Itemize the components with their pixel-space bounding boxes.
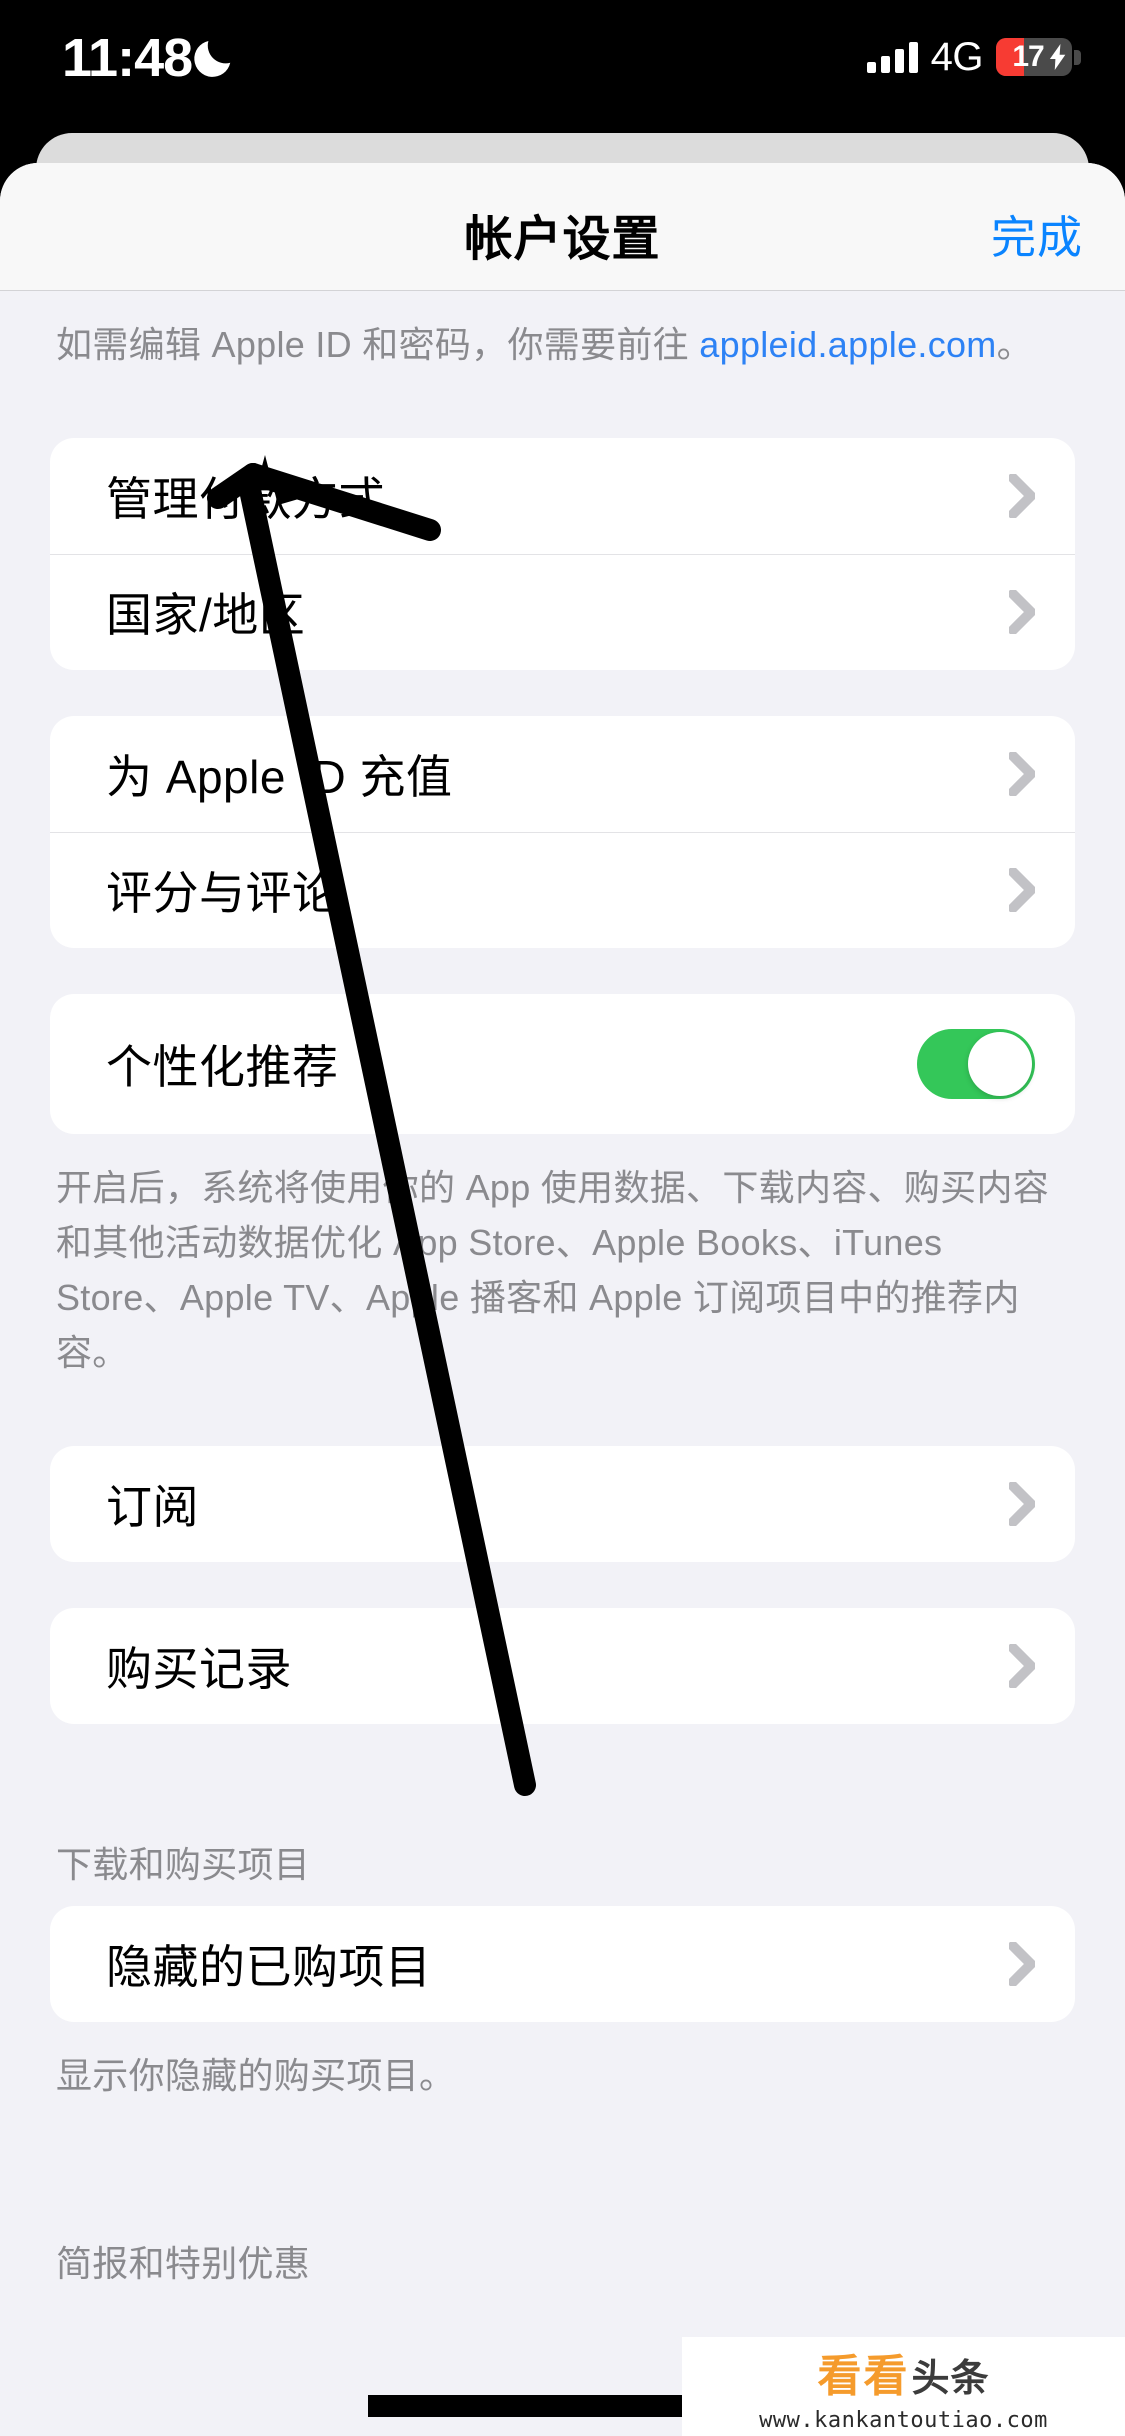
personalized-section-card: 个性化推荐 <box>50 994 1075 1134</box>
page-title: 帐户设置 <box>464 213 661 266</box>
chevron-right-icon <box>1009 474 1035 518</box>
chevron-right-icon <box>1009 590 1035 634</box>
watermark-logo-text: 头条 <box>911 2358 990 2400</box>
row-ratings-reviews[interactable]: 评分与评论 <box>50 832 1075 948</box>
row-label: 隐藏的已购项目 <box>106 1941 432 1993</box>
redaction-bar <box>368 2395 713 2417</box>
balance-section-card: 为 Apple ID 充值 评分与评论 <box>50 716 1075 948</box>
apple-id-footnote: 如需编辑 Apple ID 和密码，你需要前往 appleid.apple.co… <box>0 291 1125 372</box>
row-label: 购买记录 <box>106 1643 292 1695</box>
chevron-right-icon <box>1009 868 1035 912</box>
appleid-link[interactable]: appleid.apple.com <box>699 324 996 365</box>
account-settings-sheet: 帐户设置 完成 如需编辑 Apple ID 和密码，你需要前往 appleid.… <box>0 163 1125 2436</box>
row-label: 评分与评论 <box>106 867 339 919</box>
battery-indicator: 17 <box>996 38 1081 76</box>
hidden-purchases-section-card: 隐藏的已购项目 <box>50 1906 1075 2022</box>
watermark: 看看 头条 www.kankantoutiao.com <box>682 2337 1125 2436</box>
chevron-right-icon <box>1009 1644 1035 1688</box>
status-bar-time: 11:48 <box>62 28 193 88</box>
chevron-right-icon <box>1009 1942 1035 1986</box>
footnote-text-before: 如需编辑 Apple ID 和密码，你需要前往 <box>56 324 700 365</box>
battery-cap <box>1074 49 1081 65</box>
section-header-downloads: 下载和购买项目 <box>56 1844 311 1885</box>
footnote-text-after: 。 <box>996 324 1033 365</box>
personalized-footnote: 开启后，系统将使用你的 App 使用数据、下载内容、购买内容和其他活动数据优化 … <box>56 1167 1050 1373</box>
watermark-url: www.kankantoutiao.com <box>759 2408 1048 2433</box>
row-purchase-history[interactable]: 购买记录 <box>50 1608 1075 1724</box>
row-label: 为 Apple ID 充值 <box>106 751 453 803</box>
subscriptions-section-card: 订阅 <box>50 1446 1075 1562</box>
row-label: 订阅 <box>106 1481 199 1533</box>
row-manage-payment[interactable]: 管理付款方式 <box>50 438 1075 554</box>
watermark-logo-accent: 看看 <box>817 2352 910 2401</box>
settings-list[interactable]: 如需编辑 Apple ID 和密码，你需要前往 appleid.apple.co… <box>0 291 1125 2305</box>
status-bar: 11:48 4G 17 <box>0 0 1125 133</box>
row-label: 国家/地区 <box>106 589 306 641</box>
network-type-label: 4G <box>930 34 984 79</box>
done-button[interactable]: 完成 <box>991 201 1083 266</box>
row-label: 管理付款方式 <box>106 473 385 525</box>
chevron-right-icon <box>1009 1482 1035 1526</box>
row-subscriptions[interactable]: 订阅 <box>50 1446 1075 1562</box>
cellular-bars-icon <box>866 41 918 73</box>
toggle-knob <box>968 1032 1032 1096</box>
battery-icon: 17 <box>996 38 1072 76</box>
chevron-right-icon <box>1009 752 1035 796</box>
hidden-purchases-footnote: 显示你隐藏的购买项目。 <box>56 2055 456 2096</box>
charging-bolt-icon <box>1049 44 1066 70</box>
section-header-newsletters: 简报和特别优惠 <box>56 2243 311 2284</box>
personalized-recommendations-toggle[interactable] <box>917 1029 1035 1099</box>
row-country-region[interactable]: 国家/地区 <box>50 554 1075 670</box>
watermark-logo: 看看 头条 <box>817 2340 989 2404</box>
payment-section-card: 管理付款方式 国家/地区 <box>50 438 1075 670</box>
purchase-history-section-card: 购买记录 <box>50 1608 1075 1724</box>
row-hidden-purchases[interactable]: 隐藏的已购项目 <box>50 1906 1075 2022</box>
navigation-bar: 帐户设置 完成 <box>0 163 1125 291</box>
crescent-moon-icon <box>194 40 231 77</box>
row-personalized-recommendations[interactable]: 个性化推荐 <box>50 994 1075 1134</box>
row-label: 个性化推荐 <box>106 1041 339 1093</box>
row-add-funds[interactable]: 为 Apple ID 充值 <box>50 716 1075 832</box>
status-bar-indicators: 4G 17 <box>866 33 1081 81</box>
